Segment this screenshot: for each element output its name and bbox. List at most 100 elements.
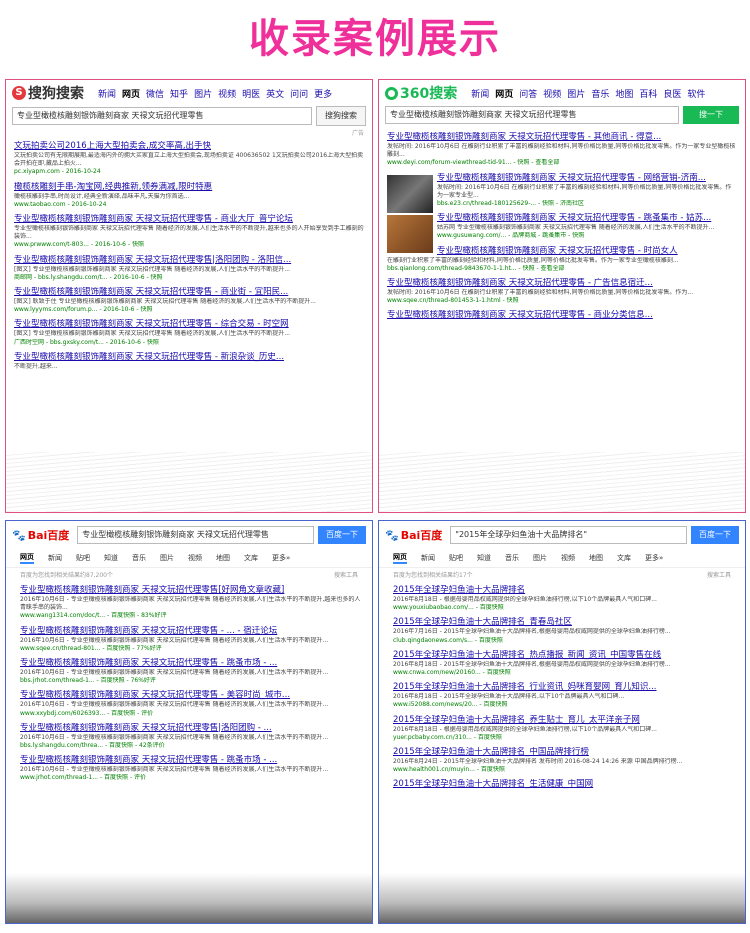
result-title[interactable]: 专业型橄榄核雕刻银饰雕刻商家 天禄文玩招代理零售|洛阳团购 - 洛阳信... [14, 255, 364, 266]
result-title[interactable]: 专业型橄榄核雕刻银饰雕刻商家 天禄文玩招代理零售 - 跳蚤集市 - 姑苏... [437, 213, 737, 224]
result-url[interactable]: yuer.pcbaby.com.cn/310... - 百度快照 [393, 734, 737, 742]
result-title[interactable]: 专业型橄榄核雕刻银饰雕刻商家 天禄文玩招代理零售 - 综合交易 - 时空网 [14, 319, 364, 330]
tab-item[interactable]: 贴吧 [76, 553, 90, 563]
tab-item[interactable]: 网页 [393, 552, 407, 564]
nav-item[interactable]: 明医 [242, 87, 260, 100]
result-url[interactable]: www.xxybdj.com/6026393... - 百度快照 - 评价 [20, 710, 364, 718]
nav-item[interactable]: 新闻 [471, 87, 489, 100]
so360-search-input[interactable]: 专业型橄榄核雕刻银饰雕刻商家 天禄文玩招代理零售 [385, 106, 679, 124]
result-title[interactable]: 2015年全球孕妇鱼油十大品牌排名 [393, 585, 737, 596]
result-url[interactable]: www.i52088.com/news/20... - 百度快照 [393, 701, 737, 709]
result-url[interactable]: www.wang1314.com/doc/t... - 百度快照 - 83%好评 [20, 612, 364, 620]
nav-item[interactable]: 音乐 [591, 87, 609, 100]
result-thumbnail[interactable] [387, 174, 433, 213]
tab-item[interactable]: 视频 [561, 553, 575, 563]
nav-item[interactable]: 更多 [314, 87, 332, 100]
nav-item[interactable]: 问问 [290, 87, 308, 100]
nav-item[interactable]: 视频 [218, 87, 236, 100]
result-title[interactable]: 专业型橄榄核雕刻银饰雕刻商家 天禄文玩招代理零售 - 跳蚤市场 - ... [20, 755, 364, 766]
nav-item[interactable]: 图片 [567, 87, 585, 100]
result-title[interactable]: 2015年全球孕妇鱼油十大品牌排名_生活健康_中国网 [393, 779, 737, 790]
result-title[interactable]: 专业型橄榄核雕刻银饰雕刻商家 天禄文玩招代理零售 - 广告信息宿迁... [387, 278, 737, 289]
result-url[interactable]: 商邮网 - bbs.ly.shangdu.com/t... - 2016-10-… [14, 274, 364, 282]
nav-item[interactable]: 知乎 [170, 87, 188, 100]
baidu1-search-tool[interactable]: 搜索工具 [320, 568, 372, 581]
baidu1-logo[interactable]: 🐾 Bai百度 [12, 527, 69, 543]
result-url[interactable]: www.deyi.com/forum-viewthread-tid-91... … [387, 159, 737, 167]
tab-item[interactable]: 新闻 [48, 553, 62, 563]
tab-item[interactable]: 文库 [244, 553, 258, 563]
nav-item[interactable]: 英文 [266, 87, 284, 100]
nav-item[interactable]: 地图 [615, 87, 633, 100]
result-title[interactable]: 2015年全球孕妇鱼油十大品牌排名_中国品牌排行榜 [393, 747, 737, 758]
tab-item[interactable]: 更多» [645, 553, 663, 563]
so360-logo[interactable]: 360搜索 [385, 83, 457, 103]
result-title[interactable]: 专业型橄榄核雕刻银饰雕刻商家 天禄文玩招代理零售 - 时尚女人 [437, 246, 737, 257]
result-title[interactable]: 专业型橄榄核雕刻银饰雕刻商家 天禄文玩招代理零售 - 新浪杂谈_历史... [14, 352, 364, 363]
result-url[interactable]: pc.xiyapm.com - 2016-10-24 [14, 168, 364, 176]
nav-item[interactable]: 良医 [663, 87, 681, 100]
result-url[interactable]: bbs.e23.cn/thread-180125629-... - 快照 - 济… [437, 200, 737, 208]
result-url[interactable]: bbs.qianlong.com/thread-9843670-1-1.ht..… [387, 265, 737, 273]
result-title[interactable]: 专业型橄榄核雕刻银饰雕刻商家 天禄文玩招代理零售 - 商业大厅_普宁论坛 [14, 214, 364, 225]
tab-item[interactable]: 图片 [160, 553, 174, 563]
result-title[interactable]: 2015年全球孕妇鱼油十大品牌排名_行业资讯_妈咪育婴网_育儿知识... [393, 682, 737, 693]
tab-item[interactable]: 网页 [20, 552, 34, 564]
result-url[interactable]: 广西时空网 - bbs.gxsky.com/t... - 2016-10-6 -… [14, 339, 364, 347]
tab-item[interactable]: 图片 [533, 553, 547, 563]
nav-item[interactable]: 百科 [639, 87, 657, 100]
result-title[interactable]: 专业型橄榄核雕刻银饰雕刻商家 天禄文玩招代理零售 - 跳蚤市场 - ... [20, 658, 364, 669]
baidu1-search-button[interactable]: 百度一下 [318, 526, 366, 544]
result-title[interactable]: 专业型橄榄核雕刻银饰雕刻商家 天禄文玩招代理零售 - 网络营销-济南... [437, 173, 737, 184]
result-url[interactable]: www.sqee.cn/thread-801... - 百度快照 - 77%好评 [20, 645, 364, 653]
tab-item[interactable]: 文库 [617, 553, 631, 563]
nav-item[interactable]: 新闻 [98, 87, 116, 100]
nav-item[interactable]: 图片 [194, 87, 212, 100]
result-url[interactable]: bbs.jrhot.com/thread-1... - 百度快照 - 76%好评 [20, 677, 364, 685]
nav-item[interactable]: 微信 [146, 87, 164, 100]
result-title[interactable]: 专业型橄榄核雕刻银饰雕刻商家 天禄文玩招代理零售 - 其他商讯 - 得意... [387, 132, 737, 143]
tab-item[interactable]: 音乐 [505, 553, 519, 563]
result-thumbnail[interactable] [387, 215, 433, 254]
result-title[interactable]: 专业型橄榄核雕刻银饰雕刻商家 天禄文玩招代理零售[好网角文章收藏] [20, 585, 364, 596]
tab-item[interactable]: 地图 [216, 553, 230, 563]
result-url[interactable]: www.lyyyms.com/forum.p... - 2016-10-6 - … [14, 306, 364, 314]
result-url[interactable]: www.gusuwang.com/... - 品牌商城 - 跳蚤集市 - 快照 [437, 232, 737, 240]
result-title[interactable]: 2015年全球孕妇鱼油十大品牌排名_热点播报_新闻_资讯_中国零售在线 [393, 650, 737, 661]
tab-item[interactable]: 地图 [589, 553, 603, 563]
so360-search-button[interactable]: 搜一下 [683, 106, 739, 124]
result-title[interactable]: 橄榄核雕刻手串-淘宝网,经典推新,领券满减,限时特惠 [14, 182, 364, 193]
nav-item[interactable]: 问答 [519, 87, 537, 100]
result-title[interactable]: 2015年全球孕妇鱼油十大品牌排名_养生贴士_育儿_太平洋亲子网 [393, 715, 737, 726]
nav-item[interactable]: 网页 [122, 87, 140, 100]
result-url[interactable]: www.jrhot.com/thread-1... - 百度快照 - 评价 [20, 774, 364, 782]
result-title[interactable]: 文玩拍卖公司2016上海大型拍卖会,成交率高,出手快 [14, 141, 364, 152]
baidu2-logo[interactable]: 🐾 Bai百度 [385, 527, 442, 543]
result-url[interactable]: www.prwww.com/t-803... - 2016-10-6 - 快照 [14, 241, 364, 249]
sogou-logo[interactable]: S 搜狗搜索 [12, 83, 84, 103]
sogou-search-button[interactable]: 搜狗搜索 [316, 106, 366, 126]
baidu2-search-tool[interactable]: 搜索工具 [693, 568, 745, 581]
result-url[interactable]: club.qingdaonews.com/s... - 百度快照 [393, 637, 737, 645]
baidu1-search-input[interactable]: 专业型橄榄核雕刻银饰雕刻商家 天禄文玩招代理零售 [77, 526, 314, 544]
tab-item[interactable]: 贴吧 [449, 553, 463, 563]
tab-item[interactable]: 知道 [104, 553, 118, 563]
result-title[interactable]: 专业型橄榄核雕刻银饰雕刻商家 天禄文玩招代理零售 - 商业街 - 宜阳民... [14, 287, 364, 298]
result-title[interactable]: 专业型橄榄核雕刻银饰雕刻商家 天禄文玩招代理零售|洛阳团购 - ... [20, 723, 364, 734]
tab-item[interactable]: 视频 [188, 553, 202, 563]
result-url[interactable]: www.cnwa.com/new/20160... - 百度快照 [393, 669, 737, 677]
result-url[interactable]: www.health001.cn/muyin... - 百度快照 [393, 766, 737, 774]
tab-item[interactable]: 更多» [272, 553, 290, 563]
tab-item[interactable]: 新闻 [421, 553, 435, 563]
tab-item[interactable]: 音乐 [132, 553, 146, 563]
result-title[interactable]: 专业型橄榄核雕刻银饰雕刻商家 天禄文玩招代理零售 - 美容时尚_城市... [20, 690, 364, 701]
baidu2-search-input[interactable]: "2015年全球孕妇鱼油十大品牌排名" [450, 526, 687, 544]
result-title[interactable]: 专业型橄榄核雕刻银饰雕刻商家 天禄文玩招代理零售 - 商业分类信息... [387, 310, 737, 321]
nav-item[interactable]: 视频 [543, 87, 561, 100]
sogou-search-input[interactable]: 专业型橄榄核雕刻银饰雕刻商家 天禄文玩招代理零售 [12, 107, 312, 125]
result-url[interactable]: www.taobao.com - 2016-10-24 [14, 201, 364, 209]
nav-item[interactable]: 网页 [495, 87, 513, 100]
result-title[interactable]: 专业型橄榄核雕刻银饰雕刻商家 天禄文玩招代理零售 - ... - 宿迁论坛 [20, 626, 364, 637]
result-title[interactable]: 2015年全球孕妇鱼油十大品牌排名_青春岛社区 [393, 617, 737, 628]
baidu2-search-button[interactable]: 百度一下 [691, 526, 739, 544]
